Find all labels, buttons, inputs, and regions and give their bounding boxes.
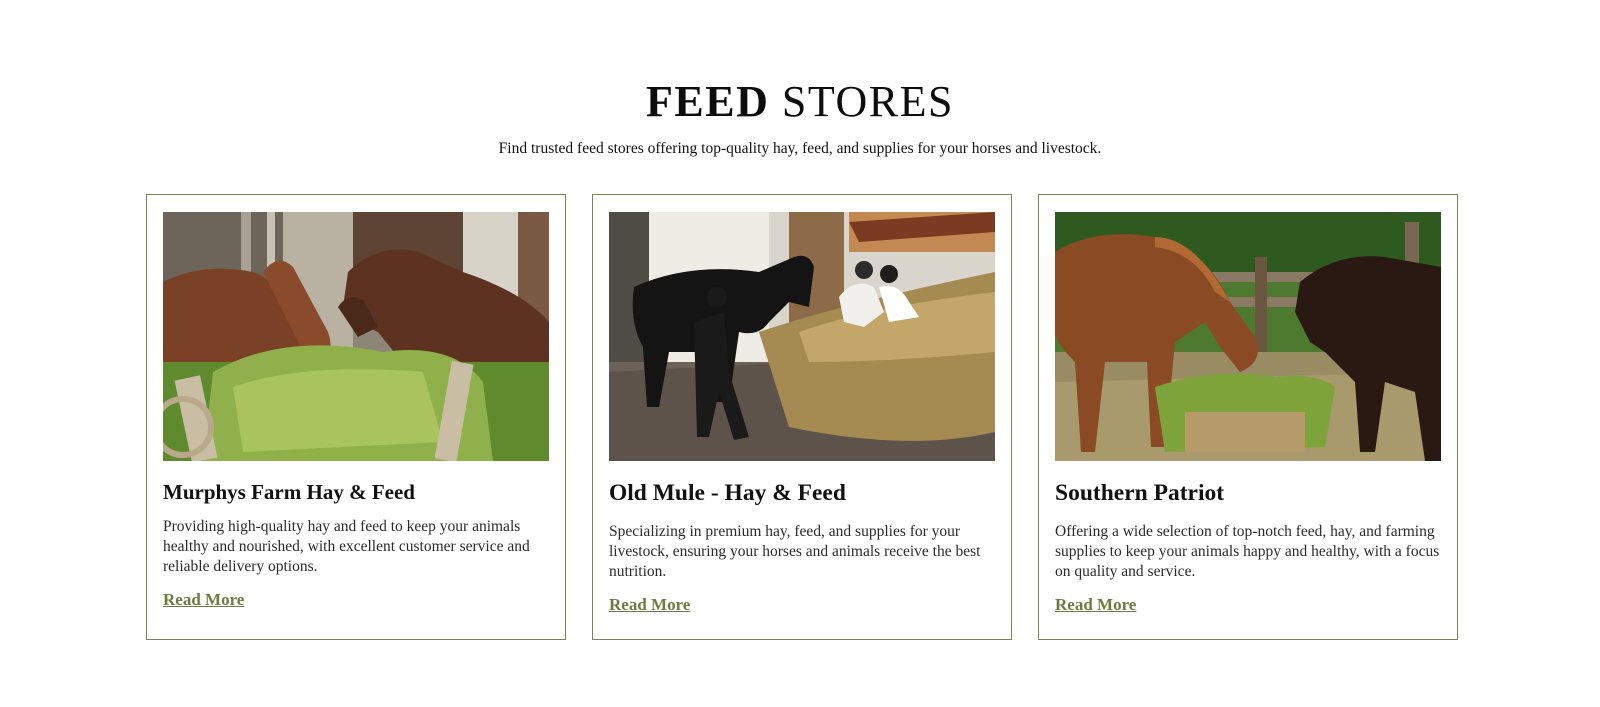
read-more-link[interactable]: Read More (163, 590, 244, 610)
read-more-link[interactable]: Read More (609, 595, 690, 615)
store-description: Offering a wide selection of top-notch f… (1055, 523, 1440, 580)
horses-grazing-paddock-photo-icon (1055, 212, 1441, 461)
store-card-old-mule: Old Mule - Hay & Feed Specializing in pr… (592, 194, 1012, 640)
store-photo-southern-patriot (1055, 212, 1441, 461)
section-title-light: STORES (781, 77, 954, 126)
read-more-link[interactable]: Read More (1055, 595, 1136, 615)
riders-with-black-horse-photo-icon (609, 212, 995, 461)
section-subtitle: Find trusted feed stores offering top-qu… (498, 140, 1102, 157)
section-title-bold: FEED (646, 77, 770, 126)
store-description: Specializing in premium hay, feed, and s… (609, 523, 981, 580)
horses-eating-hay-photo-icon (163, 212, 549, 461)
store-name: Murphys Farm Hay & Feed (163, 480, 415, 504)
section-title: FEED STORES (0, 74, 1600, 130)
store-photo-old-mule (609, 212, 995, 461)
store-card-southern-patriot: Southern Patriot Offering a wide selecti… (1038, 194, 1458, 640)
store-name: Old Mule - Hay & Feed (609, 480, 846, 506)
store-photo-murphys (163, 212, 549, 461)
store-name: Southern Patriot (1055, 480, 1225, 506)
feed-stores-section: FEED STORES Find trusted feed stores off… (0, 0, 1600, 707)
store-card-murphys: Murphys Farm Hay & Feed Providing high-q… (146, 194, 566, 640)
store-description: Providing high-quality hay and feed to k… (163, 518, 530, 575)
